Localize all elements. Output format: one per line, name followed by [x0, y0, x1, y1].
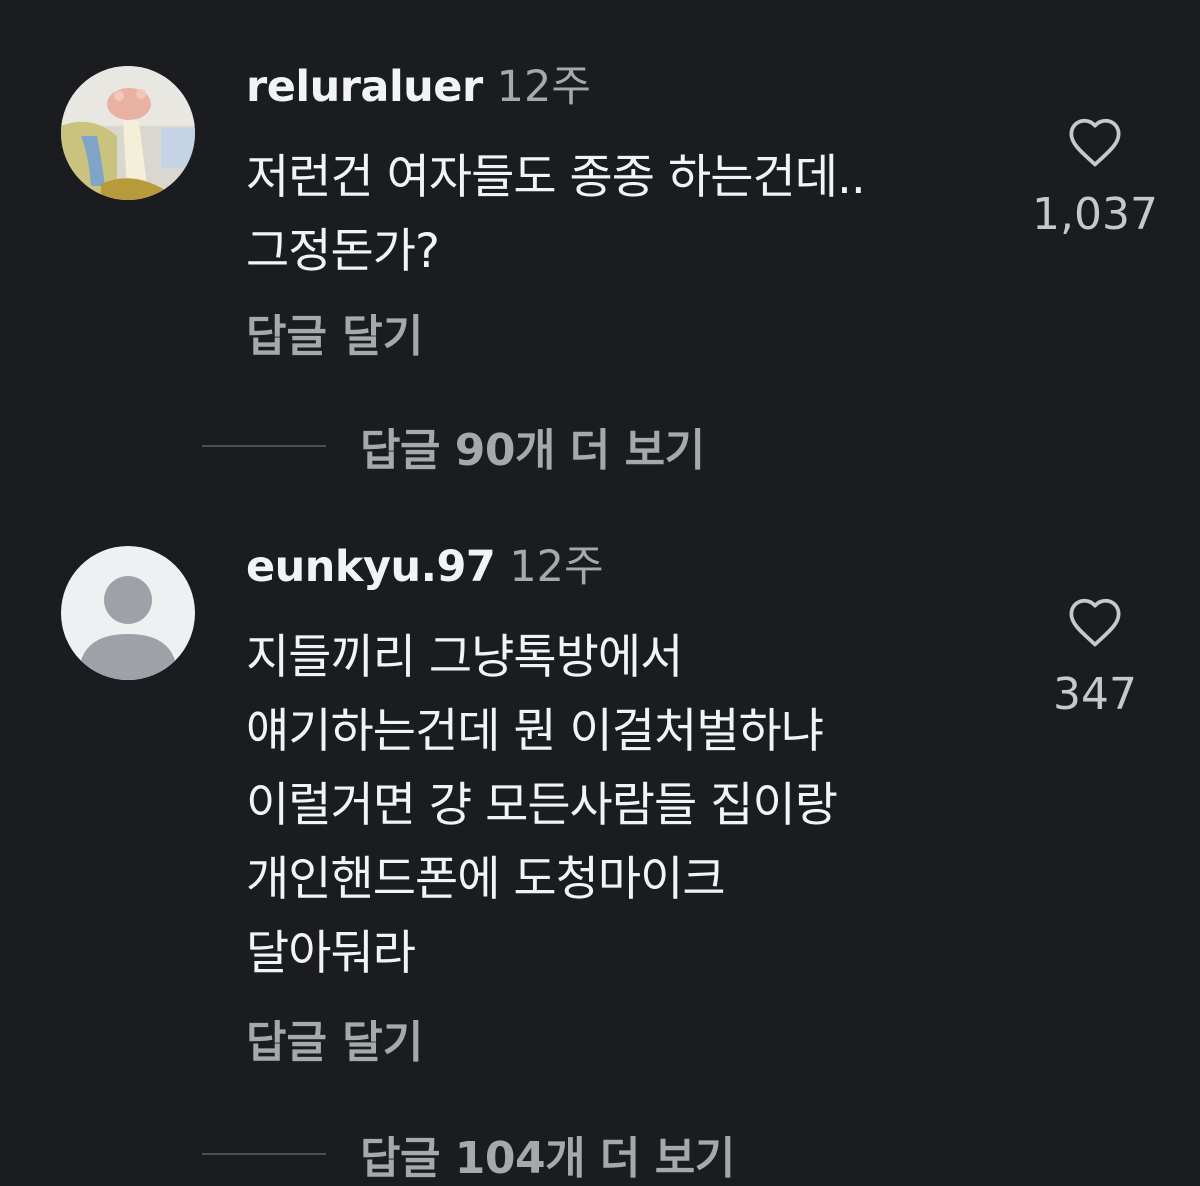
- reply-button[interactable]: 답글 달기: [246, 1018, 423, 1068]
- username-link[interactable]: reluraluer: [246, 62, 483, 112]
- comment-body: 지들끼리 그냥톡방에서 얘기하는건데 뭔 이걸처벌하냐 이럴거면 걍 모든사람들…: [246, 621, 1006, 991]
- timestamp: 12주: [509, 542, 604, 592]
- comment-line: 저런건 여자들도 종종 하는건데..: [246, 150, 866, 205]
- like-count: 347: [1053, 669, 1137, 720]
- divider-line: [202, 445, 326, 447]
- user-avatar[interactable]: [61, 546, 195, 680]
- comment-line: 개인핸드폰에 도청마이크: [246, 852, 726, 907]
- comment-header: eunkyu.97 12주: [246, 542, 604, 592]
- comment-line: 이럴거면 걍 모든사람들 집이랑: [246, 778, 838, 833]
- reply-button[interactable]: 답글 달기: [246, 312, 423, 362]
- photo-avatar-icon: [61, 66, 195, 200]
- username-link[interactable]: eunkyu.97: [246, 542, 496, 592]
- divider-line: [202, 1153, 326, 1155]
- heart-outline-icon[interactable]: [1066, 596, 1124, 648]
- comment-line: 달아둬라: [246, 926, 416, 981]
- comment-line: 얘기하는건데 뭔 이걸처벌하냐: [246, 704, 824, 759]
- comment-line: 그정돈가?: [246, 224, 440, 279]
- user-avatar[interactable]: [61, 66, 195, 200]
- like-count: 1,037: [1032, 189, 1158, 240]
- view-replies-button[interactable]: 답글 90개 더 보기: [202, 416, 705, 476]
- default-avatar-icon: [61, 546, 195, 680]
- heart-outline-icon[interactable]: [1066, 116, 1124, 168]
- timestamp: 12주: [496, 62, 591, 112]
- comment-header: reluraluer 12주: [246, 62, 591, 112]
- view-replies-label: 답글 90개 더 보기: [360, 425, 705, 476]
- view-replies-label: 답글 104개 더 보기: [360, 1133, 735, 1184]
- comment-body: 저런건 여자들도 종종 하는건데.. 그정돈가?: [246, 141, 1006, 289]
- like-control: 1,037: [1005, 116, 1185, 240]
- like-control: 347: [1005, 596, 1185, 720]
- view-replies-button[interactable]: 답글 104개 더 보기: [202, 1124, 735, 1184]
- comment-line: 지들끼리 그냥톡방에서: [246, 630, 683, 685]
